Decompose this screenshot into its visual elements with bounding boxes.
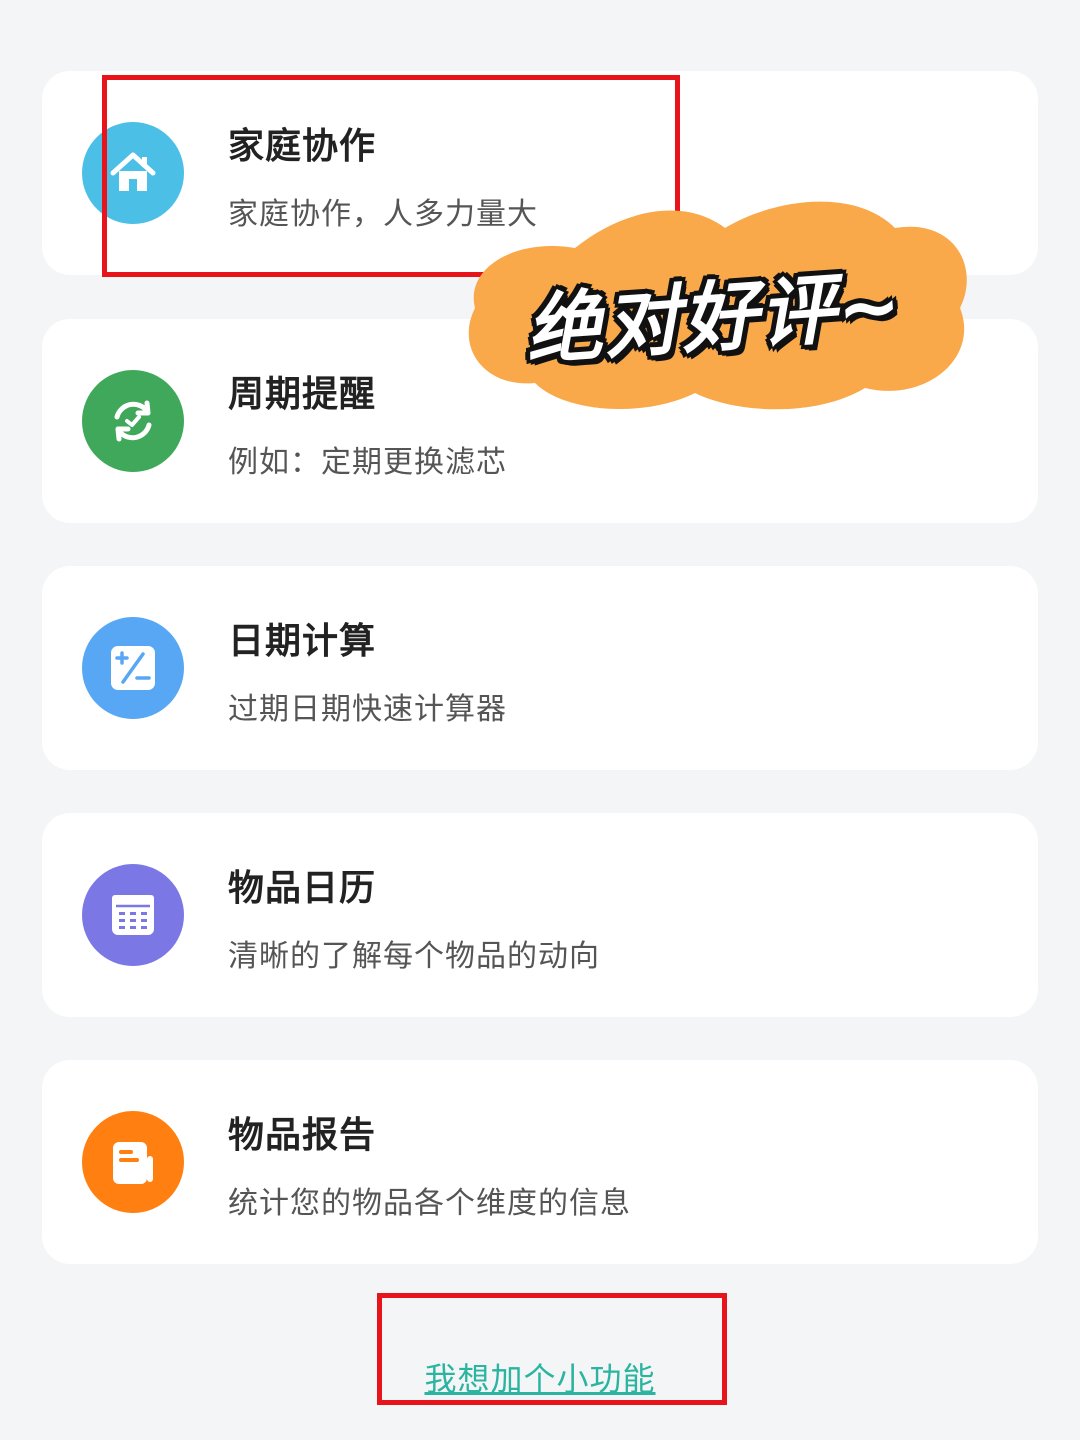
card-subtitle: 例如：定期更换滤芯 bbox=[228, 445, 507, 480]
report-icon bbox=[82, 1111, 184, 1213]
calendar-icon bbox=[82, 864, 184, 966]
home-icon bbox=[82, 122, 184, 224]
card-title: 周期提醒 bbox=[228, 374, 377, 415]
card-title: 物品报告 bbox=[228, 1115, 377, 1156]
review-sticker: 绝对好评~ bbox=[455, 188, 975, 418]
cycle-refresh-icon bbox=[82, 370, 184, 472]
add-feature-link[interactable]: 我想加个小功能 bbox=[0, 1354, 1080, 1400]
card-subtitle: 清晰的了解每个物品的动向 bbox=[228, 939, 600, 974]
calculator-icon bbox=[82, 617, 184, 719]
card-subtitle: 统计您的物品各个维度的信息 bbox=[228, 1186, 631, 1221]
feature-card-date-calc[interactable]: 日期计算 过期日期快速计算器 bbox=[42, 566, 1038, 770]
feature-card-item-report[interactable]: 物品报告 统计您的物品各个维度的信息 bbox=[42, 1060, 1038, 1264]
feature-card-item-calendar[interactable]: 物品日历 清晰的了解每个物品的动向 bbox=[42, 813, 1038, 1017]
card-title: 家庭协作 bbox=[228, 126, 377, 167]
card-subtitle: 过期日期快速计算器 bbox=[228, 692, 507, 727]
card-title: 物品日历 bbox=[228, 868, 377, 909]
card-title: 日期计算 bbox=[228, 621, 377, 662]
